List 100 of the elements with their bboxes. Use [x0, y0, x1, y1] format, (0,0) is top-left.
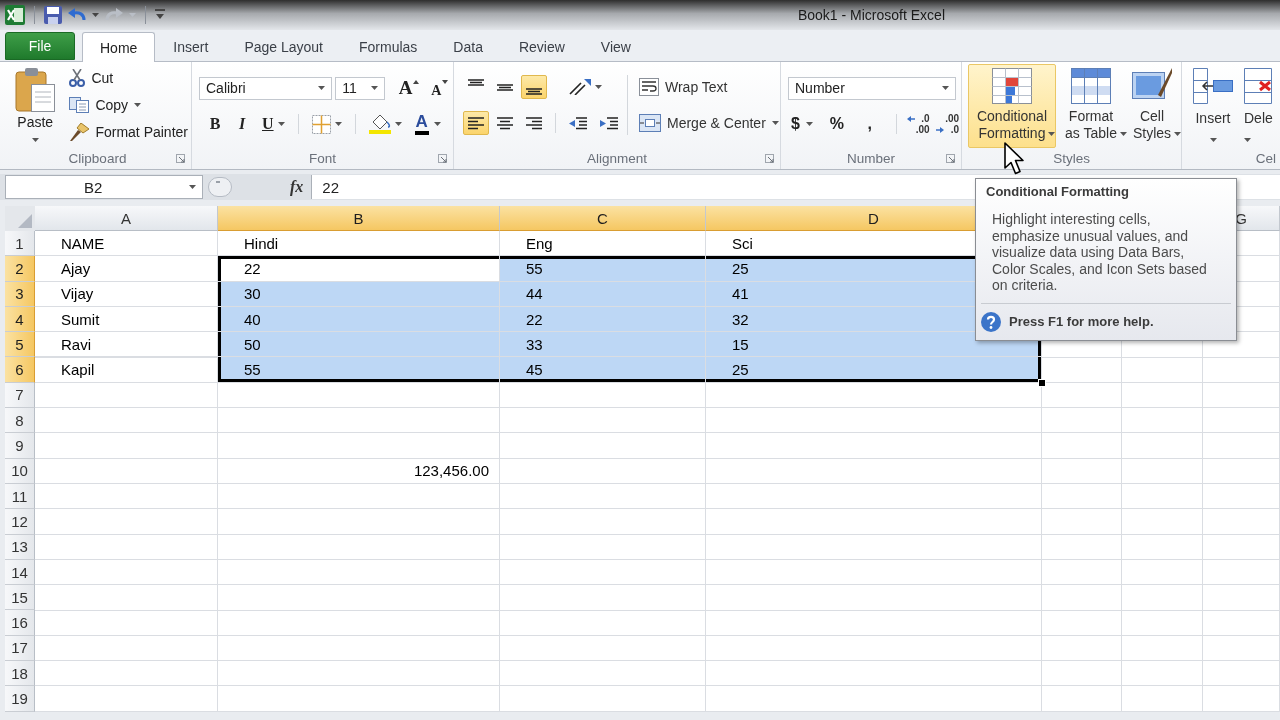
row-header[interactable]: 15 [5, 585, 35, 611]
caret-icon [371, 86, 379, 90]
spreadsheet-app-icon[interactable] [5, 5, 25, 25]
caret-icon [942, 86, 949, 90]
merge-center-button[interactable]: Merge & Center [634, 111, 784, 135]
currency-button[interactable]: $ [788, 112, 816, 136]
scissors-icon [69, 68, 86, 87]
format-as-table-button[interactable]: Format as Table [1058, 64, 1124, 148]
cell-styles-button[interactable]: Cell Styles [1126, 64, 1178, 148]
format-painter-button[interactable]: Format Painter [66, 118, 191, 145]
table-style-icon [1071, 68, 1111, 104]
fill-handle[interactable] [1038, 378, 1046, 387]
italic-button[interactable]: I [230, 112, 254, 136]
row-header[interactable]: 11 [5, 483, 35, 510]
save-icon[interactable] [44, 6, 62, 24]
decrease-decimal-button[interactable]: .00 .0 [934, 112, 961, 136]
column-header[interactable]: A [35, 206, 218, 231]
down-triangle-icon [442, 80, 449, 84]
file-tab[interactable]: File [5, 32, 75, 60]
row-header[interactable]: 3 [5, 281, 35, 307]
row-header[interactable]: 2 [5, 256, 35, 282]
group-label: Clipboard [68, 151, 127, 166]
row-header[interactable]: 14 [5, 559, 35, 586]
group-label: Styles [1053, 151, 1090, 166]
increase-decimal-button[interactable]: .0 .00 [904, 112, 932, 136]
row-header[interactable]: 8 [5, 408, 35, 434]
table-cell: NAME [35, 231, 218, 257]
align-left-button[interactable] [463, 111, 489, 135]
ribbon-tab[interactable]: Review [500, 32, 583, 60]
align-bottom-button[interactable] [521, 75, 547, 99]
group-label: Alignment [587, 151, 648, 166]
ribbon-tab[interactable]: Home [82, 32, 156, 62]
group-label: Number [847, 151, 895, 166]
table-cell: 123,456.00 [218, 458, 500, 484]
row-header[interactable]: 10 [5, 458, 35, 484]
table-cell: 44 [500, 281, 706, 307]
percent-button[interactable]: % [824, 112, 849, 136]
help-icon [981, 311, 1001, 332]
font-name-field[interactable]: Calibri [199, 76, 333, 100]
delete-cells-button[interactable]: Dele [1241, 64, 1273, 146]
copy-button[interactable]: Copy [66, 91, 191, 118]
number-format-field[interactable]: Number [788, 76, 956, 100]
ribbon-tab[interactable]: View [582, 32, 649, 60]
column-header[interactable]: B [218, 206, 500, 231]
row-header[interactable]: 17 [5, 635, 35, 662]
ribbon-tab[interactable]: Insert [155, 32, 227, 60]
customize-toolbar-icon[interactable] [155, 9, 165, 21]
row-header[interactable]: 19 [5, 686, 35, 712]
row-header[interactable]: 9 [5, 433, 35, 459]
table-cell: 40 [218, 306, 500, 333]
color-bar-icon [414, 130, 429, 135]
row-header[interactable]: 7 [5, 382, 35, 409]
insert-cells-button[interactable]: Insert [1188, 64, 1238, 146]
ribbon-tab[interactable]: Formulas [341, 32, 436, 60]
dialog-launcher-icon[interactable] [176, 154, 185, 163]
window-title: Book1 - Microsoft Excel [797, 7, 945, 23]
mouse-pointer-icon [1004, 142, 1024, 175]
underline-button[interactable]: U [257, 112, 290, 136]
row-header[interactable]: 16 [5, 610, 35, 636]
row-header[interactable]: 12 [5, 509, 35, 535]
table-cell: 55 [500, 256, 706, 282]
name-box[interactable]: B2 [5, 175, 203, 199]
cut-button[interactable]: Cut [66, 64, 191, 91]
paste-button[interactable]: Paste [10, 64, 61, 144]
dialog-launcher-icon[interactable] [438, 154, 447, 163]
font-color-button[interactable]: A [409, 112, 446, 136]
insert-function-button[interactable]: fx [288, 178, 306, 196]
row-header[interactable]: 13 [5, 534, 35, 560]
dialog-launcher-icon[interactable] [765, 154, 774, 163]
align-top-icon [468, 79, 484, 86]
up-triangle-icon [413, 80, 420, 84]
row-header[interactable]: 5 [5, 332, 35, 358]
conditional-formatting-button[interactable]: Conditional Formatting [968, 64, 1056, 148]
paintbrush-icon [69, 122, 90, 141]
wrap-text-icon [639, 78, 659, 96]
column-header[interactable]: C [500, 206, 706, 231]
table-cell: 15 [706, 332, 1042, 358]
row-header[interactable]: 4 [5, 306, 35, 333]
row-header[interactable]: 1 [5, 231, 35, 257]
comma-style-button[interactable]: , [857, 112, 882, 136]
align-right-icon [526, 116, 542, 130]
resize-handle-icon[interactable] [208, 177, 232, 197]
table-cell: 50 [218, 332, 500, 358]
grow-font-button[interactable]: A [394, 76, 424, 100]
table-cell: 33 [500, 332, 706, 358]
angled-text-icon [569, 79, 591, 95]
shrink-font-button[interactable]: A [426, 76, 453, 100]
dialog-launcher-icon[interactable] [946, 154, 955, 163]
bold-button[interactable]: B [203, 112, 227, 136]
ribbon-tab[interactable]: Page Layout [226, 32, 341, 60]
caret-icon [92, 13, 99, 17]
row-header[interactable]: 6 [5, 357, 35, 383]
row-header[interactable]: 18 [5, 661, 35, 687]
undo-icon[interactable] [68, 8, 86, 22]
caret-icon [129, 13, 136, 17]
wrap-text-button[interactable]: Wrap Text [634, 75, 784, 99]
ribbon-tab[interactable]: Data [435, 32, 501, 60]
table-cell: 22 [500, 306, 706, 333]
delete-cells-icon [1244, 68, 1272, 104]
font-size-field[interactable]: 11 [335, 76, 386, 100]
